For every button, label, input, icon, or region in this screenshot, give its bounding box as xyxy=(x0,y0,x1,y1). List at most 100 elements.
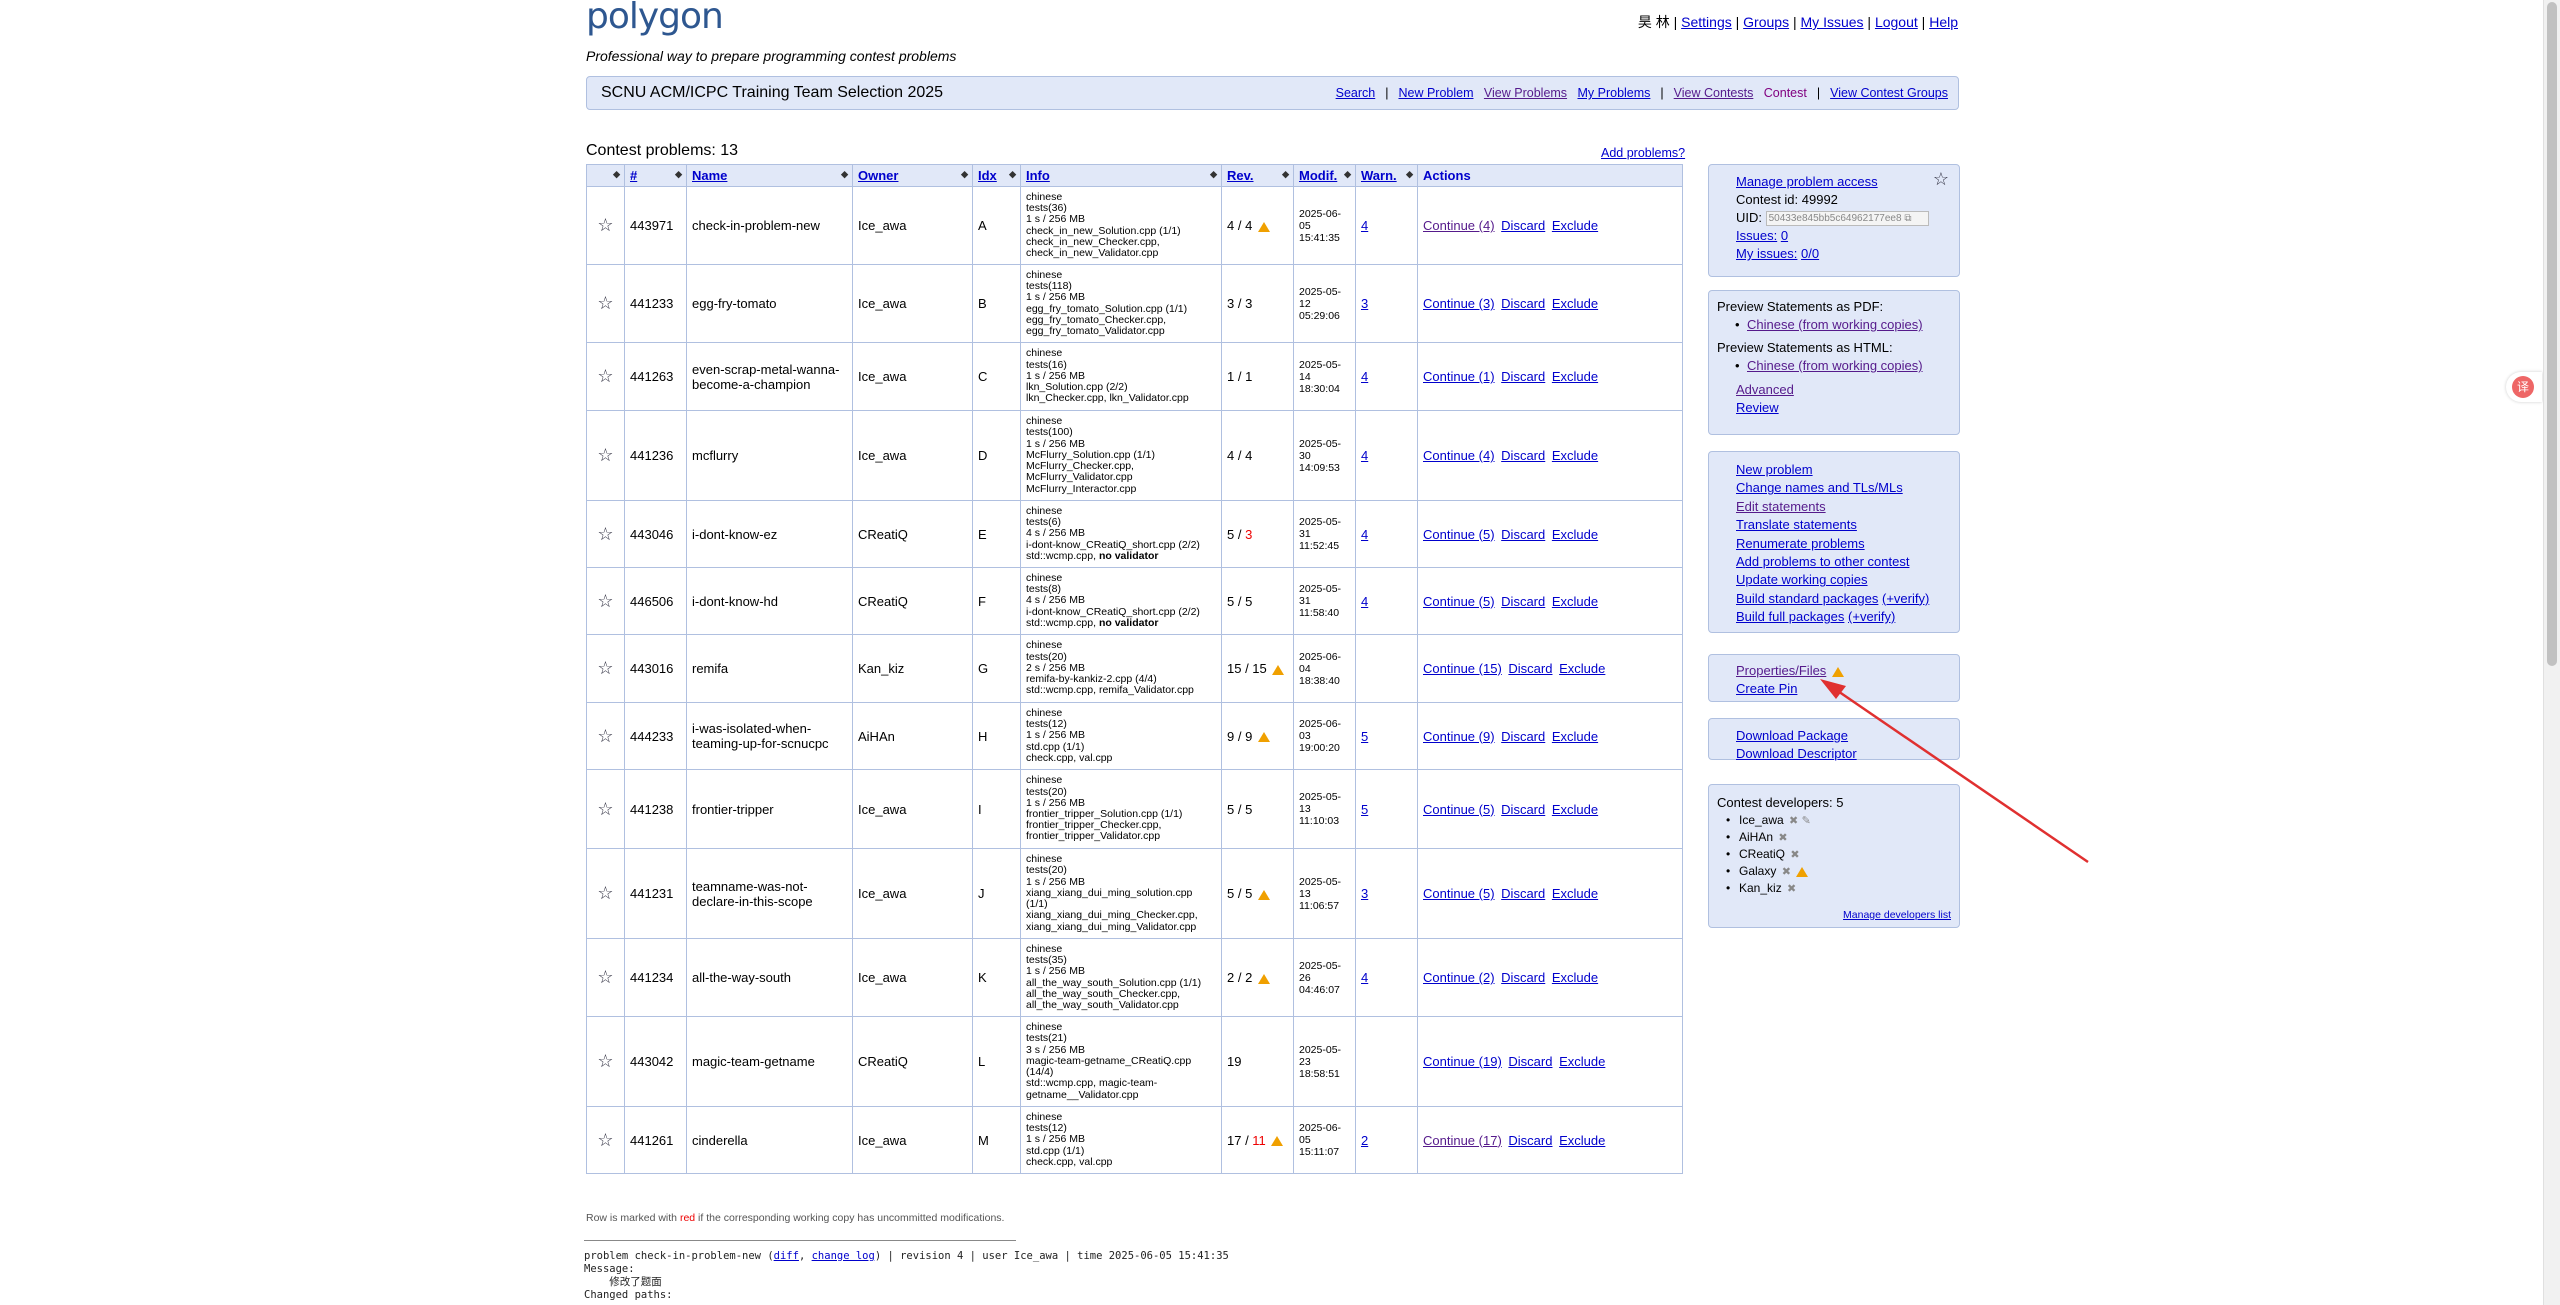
add-problems-link[interactable]: Add problems? xyxy=(1601,146,1685,160)
exclude-button[interactable]: Exclude xyxy=(1559,661,1605,676)
translate-icon[interactable]: 译 xyxy=(2512,376,2534,398)
exclude-button[interactable]: Exclude xyxy=(1559,1054,1605,1069)
translate-statements-action[interactable]: Translate statements xyxy=(1736,517,1857,532)
favorite-star[interactable]: ☆ xyxy=(586,342,625,411)
sort-icon[interactable]: ◆ xyxy=(841,169,848,180)
discard-button[interactable]: Discard xyxy=(1501,970,1545,985)
copy-icon[interactable]: ⧉ xyxy=(1904,213,1911,224)
star-icon[interactable]: ☆ xyxy=(597,658,613,678)
view-contests-link[interactable]: View Contests xyxy=(1674,86,1754,100)
continue-button[interactable]: Continue (15) xyxy=(1423,661,1502,676)
change-log-link[interactable]: change log xyxy=(812,1250,875,1262)
exclude-button[interactable]: Exclude xyxy=(1552,970,1598,985)
update-working-copies-action[interactable]: Update working copies xyxy=(1736,572,1868,587)
continue-button[interactable]: Continue (5) xyxy=(1423,594,1495,609)
favorite-star[interactable]: ☆ xyxy=(586,938,625,1017)
discard-button[interactable]: Discard xyxy=(1508,1133,1552,1148)
my-problems-link[interactable]: My Problems xyxy=(1577,86,1650,100)
download-package-link[interactable]: Download Package xyxy=(1736,728,1848,743)
change-names-action[interactable]: Change names and TLs/MLs xyxy=(1736,480,1903,495)
exclude-button[interactable]: Exclude xyxy=(1559,1133,1605,1148)
exclude-button[interactable]: Exclude xyxy=(1552,729,1598,744)
remove-icon[interactable]: ✖ xyxy=(1782,866,1791,878)
favorite-star[interactable]: ☆ xyxy=(586,1106,625,1174)
col-idx[interactable]: Idx ◆ xyxy=(972,164,1021,187)
star-icon[interactable]: ☆ xyxy=(597,967,613,987)
favorite-star[interactable]: ☆ xyxy=(586,769,625,849)
star-icon[interactable]: ☆ xyxy=(597,799,613,819)
discard-button[interactable]: Discard xyxy=(1501,802,1545,817)
favorite-star[interactable]: ☆ xyxy=(586,1016,625,1107)
my-issues-count[interactable]: 0/0 xyxy=(1801,246,1819,261)
discard-button[interactable]: Discard xyxy=(1501,296,1545,311)
groups-link[interactable]: Groups xyxy=(1743,14,1789,30)
view-contest-groups-link[interactable]: View Contest Groups xyxy=(1830,86,1948,100)
remove-icon[interactable]: ✖ xyxy=(1787,883,1796,895)
favorite-star[interactable]: ☆ xyxy=(586,500,625,568)
favorite-star[interactable]: ☆ xyxy=(586,702,625,770)
exclude-button[interactable]: Exclude xyxy=(1552,369,1598,384)
sort-icon[interactable]: ◆ xyxy=(1344,169,1351,180)
sort-icon[interactable]: ◆ xyxy=(613,169,620,180)
search-link[interactable]: Search xyxy=(1336,86,1376,100)
remove-icon[interactable]: ✖ xyxy=(1790,849,1799,861)
uid-field[interactable]: 50433e845bb5c64962177ee8 ⧉ xyxy=(1765,211,1929,227)
warnings-link[interactable]: 4 xyxy=(1361,527,1368,542)
preview-pdf-chinese-link[interactable]: Chinese (from working copies) xyxy=(1747,317,1923,332)
favorite-star[interactable]: ☆ xyxy=(586,410,625,501)
polygon-logo[interactable]: polygon xyxy=(586,0,724,37)
star-icon[interactable]: ☆ xyxy=(597,1051,613,1071)
discard-button[interactable]: Discard xyxy=(1501,729,1545,744)
exclude-button[interactable]: Exclude xyxy=(1552,527,1598,542)
discard-button[interactable]: Discard xyxy=(1501,218,1545,233)
col-info[interactable]: Info ◆ xyxy=(1020,164,1222,187)
continue-button[interactable]: Continue (5) xyxy=(1423,886,1495,901)
continue-button[interactable]: Continue (4) xyxy=(1423,448,1495,463)
exclude-button[interactable]: Exclude xyxy=(1552,448,1598,463)
edit-icon[interactable]: ✎ xyxy=(1802,815,1811,827)
help-link[interactable]: Help xyxy=(1929,14,1958,30)
star-icon[interactable]: ☆ xyxy=(597,883,613,903)
star-icon[interactable]: ☆ xyxy=(597,524,613,544)
discard-button[interactable]: Discard xyxy=(1508,1054,1552,1069)
create-pin-link[interactable]: Create Pin xyxy=(1736,681,1797,696)
warnings-link[interactable]: 4 xyxy=(1361,970,1368,985)
exclude-button[interactable]: Exclude xyxy=(1552,296,1598,311)
review-link[interactable]: Review xyxy=(1736,400,1779,415)
continue-button[interactable]: Continue (1) xyxy=(1423,369,1495,384)
star-icon[interactable]: ☆ xyxy=(597,591,613,611)
add-problems-other-contest-action[interactable]: Add problems to other contest xyxy=(1736,554,1909,569)
continue-button[interactable]: Continue (9) xyxy=(1423,729,1495,744)
sort-icon[interactable]: ◆ xyxy=(675,169,682,180)
warnings-link[interactable]: 2 xyxy=(1361,1133,1368,1148)
col-owner[interactable]: Owner ◆ xyxy=(852,164,973,187)
sort-icon[interactable]: ◆ xyxy=(961,169,968,180)
star-icon[interactable]: ☆ xyxy=(597,726,613,746)
warnings-link[interactable]: 3 xyxy=(1361,886,1368,901)
issues-link[interactable]: Issues: xyxy=(1736,228,1777,243)
properties-files-link[interactable]: Properties/Files xyxy=(1736,663,1826,678)
discard-button[interactable]: Discard xyxy=(1501,594,1545,609)
issues-count[interactable]: 0 xyxy=(1781,228,1788,243)
warnings-link[interactable]: 4 xyxy=(1361,594,1368,609)
col-id[interactable]: # ◆ xyxy=(624,164,687,187)
col-warn[interactable]: Warn. ◆ xyxy=(1355,164,1418,187)
advanced-link[interactable]: Advanced xyxy=(1736,382,1794,397)
sort-icon[interactable]: ◆ xyxy=(1210,169,1217,180)
favorite-star[interactable]: ☆ xyxy=(586,186,625,265)
remove-icon[interactable]: ✖ xyxy=(1778,832,1787,844)
discard-button[interactable]: Discard xyxy=(1501,448,1545,463)
star-icon[interactable]: ☆ xyxy=(1933,169,1949,190)
continue-button[interactable]: Continue (19) xyxy=(1423,1054,1502,1069)
exclude-button[interactable]: Exclude xyxy=(1552,886,1598,901)
star-icon[interactable]: ☆ xyxy=(597,366,613,386)
build-full-verify-link[interactable]: (+verify) xyxy=(1848,609,1895,624)
remove-icon[interactable]: ✖ xyxy=(1789,815,1798,827)
translate-float-button[interactable]: 译 xyxy=(2506,372,2542,402)
my-issues-sidebar-link[interactable]: My issues: xyxy=(1736,246,1797,261)
new-problem-link[interactable]: New Problem xyxy=(1398,86,1473,100)
renumerate-problems-action[interactable]: Renumerate problems xyxy=(1736,536,1865,551)
view-problems-link[interactable]: View Problems xyxy=(1484,86,1567,100)
favorite-star[interactable]: ☆ xyxy=(586,634,625,703)
manage-problem-access-link[interactable]: Manage problem access xyxy=(1736,174,1878,189)
